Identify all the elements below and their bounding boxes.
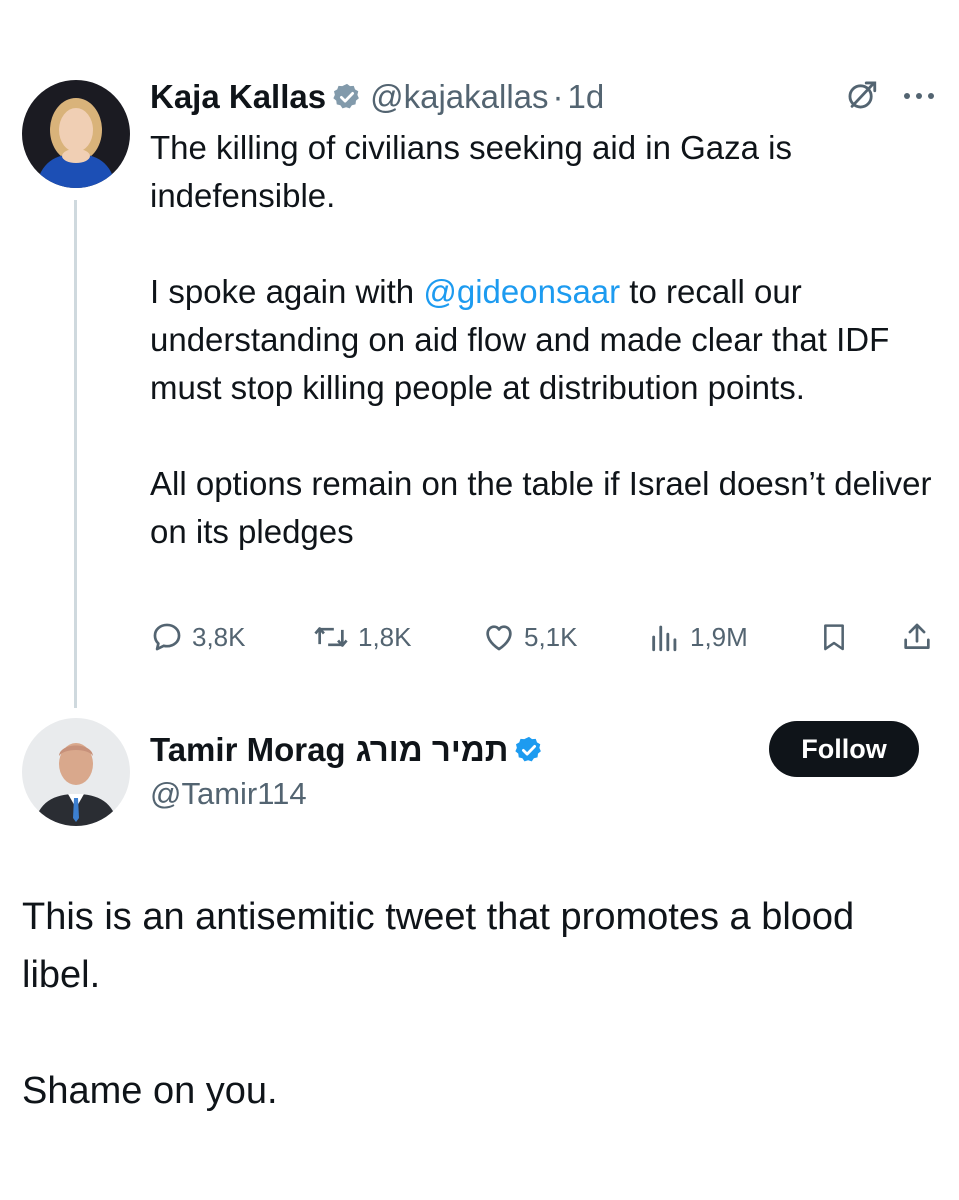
reply-author-avatar[interactable] <box>22 718 130 826</box>
follow-button[interactable]: Follow <box>769 721 919 777</box>
tweet-paragraph-2-start: I spoke again with <box>150 273 424 310</box>
reply-button[interactable]: 3,8K <box>150 620 246 654</box>
reply-icon <box>153 623 181 651</box>
reply-paragraph-2: Shame on you. <box>22 1070 278 1112</box>
tweet-time[interactable]: 1d <box>568 78 605 116</box>
reply-author-handle[interactable]: @Tamir114 <box>150 776 307 812</box>
bookmark-button[interactable] <box>818 620 850 654</box>
views-button[interactable]: 1,9M <box>648 620 748 654</box>
gray-verified-badge-icon <box>332 82 362 112</box>
repost-button[interactable]: 1,8K <box>312 620 412 654</box>
reply-paragraph-1: This is an antisemitic tweet that promot… <box>22 896 855 996</box>
separator-dot: · <box>552 78 564 115</box>
tweet-action-bar: 3,8K 1,8K 5,1K 1,9M <box>150 612 940 662</box>
grok-icon[interactable] <box>845 78 879 117</box>
mention-link[interactable]: @gideonsaar <box>423 273 620 310</box>
blue-verified-badge-icon <box>514 735 544 765</box>
tweet-body: The killing of civilians seeking aid in … <box>150 124 940 556</box>
repost-icon <box>314 627 348 647</box>
share-icon <box>904 623 930 649</box>
views-chart-icon <box>652 625 677 652</box>
tweet-paragraph-1: The killing of civilians seeking aid in … <box>150 129 792 214</box>
reply-author-name-hebrew[interactable]: תמיר מורג <box>356 731 509 769</box>
like-button[interactable]: 5,1K <box>482 620 578 654</box>
view-count: 1,9M <box>690 621 748 652</box>
tweet-header: Kaja Kallas @kajakallas · 1d <box>150 72 604 122</box>
repost-count: 1,8K <box>358 621 412 652</box>
reply-body: This is an antisemitic tweet that promot… <box>22 888 922 1120</box>
author-handle[interactable]: @kajakallas <box>370 78 548 116</box>
bookmark-icon <box>824 624 844 651</box>
reply-count: 3,8K <box>192 621 246 652</box>
author-avatar[interactable] <box>22 80 130 188</box>
like-count: 5,1K <box>524 621 578 652</box>
share-button[interactable] <box>900 620 934 654</box>
more-options-icon[interactable] <box>901 89 937 107</box>
tweet-top-actions <box>845 78 937 117</box>
tweet-paragraph-3: All options remain on the table if Israe… <box>150 465 932 550</box>
reply-author-name[interactable]: Tamir Morag <box>150 731 346 769</box>
author-name[interactable]: Kaja Kallas <box>150 78 326 116</box>
thread-connector-line <box>74 200 77 708</box>
reply-header: Tamir Morag תמיר מורג <box>150 726 544 774</box>
tweet-paragraph-2: I spoke again with @gideonsaar to recall… <box>150 268 940 412</box>
heart-icon <box>486 625 512 651</box>
